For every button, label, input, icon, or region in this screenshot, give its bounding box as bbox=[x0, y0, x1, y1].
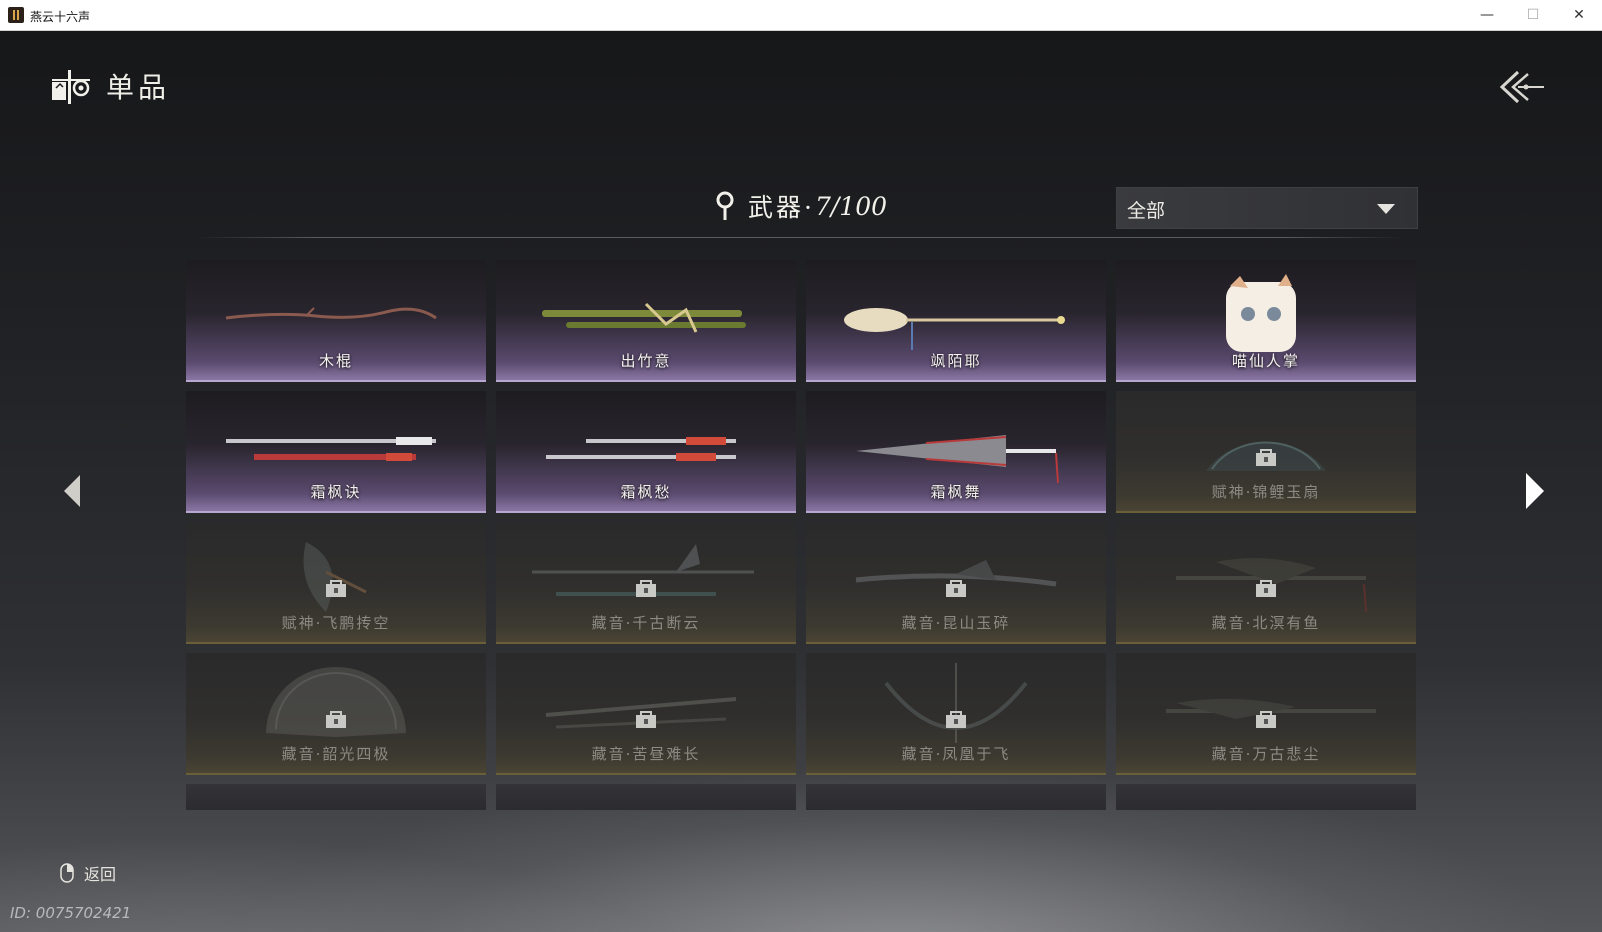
section-title: 武器· bbox=[748, 193, 815, 222]
lock-icon bbox=[1256, 580, 1276, 597]
close-button[interactable]: ✕ bbox=[1556, 0, 1602, 30]
chevron-down-icon bbox=[1377, 204, 1395, 214]
item-name: 藏音·万古悲尘 bbox=[1211, 745, 1321, 763]
item-card[interactable]: 霜枫诀 bbox=[186, 391, 486, 513]
window-titlebar: 燕云十六声 — ☐ ✕ bbox=[0, 0, 1602, 31]
item-name: 木棍 bbox=[318, 352, 353, 370]
item-name: 藏音·千古断云 bbox=[591, 614, 701, 632]
spoon-weapon-image bbox=[844, 308, 1065, 350]
item-name: 喵仙人掌 bbox=[1231, 352, 1300, 370]
locked-item-card[interactable]: 藏音·昆山玉碎 bbox=[806, 522, 1106, 644]
locked-item-card[interactable]: 藏音·千古断云 bbox=[496, 522, 796, 644]
return-hint[interactable]: 返回 bbox=[60, 861, 116, 885]
collection-count: 7/100 bbox=[814, 191, 887, 221]
item-card-partial[interactable] bbox=[186, 784, 486, 810]
return-label: 返回 bbox=[84, 865, 117, 884]
app-icon bbox=[8, 7, 24, 23]
item-card[interactable]: 霜枫舞 bbox=[806, 391, 1106, 513]
item-card-partial[interactable] bbox=[1116, 784, 1416, 810]
blades2-weapon-image bbox=[546, 437, 736, 461]
locked-item-card[interactable]: 藏音·韶光四极 bbox=[186, 653, 486, 775]
spear2-weapon-image bbox=[1176, 558, 1367, 613]
item-name: 霜枫舞 bbox=[930, 483, 982, 501]
lock-icon bbox=[946, 580, 966, 597]
item-card-partial[interactable] bbox=[496, 784, 796, 810]
spear-weapon-image bbox=[532, 544, 754, 596]
item-name: 赋神·锦鲤玉扇 bbox=[1211, 483, 1321, 501]
player-id: ID: 0075702421 bbox=[10, 904, 132, 922]
lock-icon bbox=[326, 580, 346, 597]
item-name: 藏音·苦昼难长 bbox=[591, 745, 701, 763]
spear3-weapon-image bbox=[1166, 698, 1376, 719]
fan2-weapon-image bbox=[266, 667, 406, 737]
item-card[interactable]: 木棍 bbox=[186, 260, 486, 382]
filter-selected-value: 全部 bbox=[1127, 200, 1166, 222]
item-name: 霜枫诀 bbox=[310, 483, 362, 501]
item-name: 赋神·飞鹏抟空 bbox=[281, 614, 391, 632]
locked-item-card[interactable]: 藏音·苦昼难长 bbox=[496, 653, 796, 775]
item-name: 藏音·韶光四极 bbox=[281, 745, 391, 763]
item-name: 霜枫愁 bbox=[620, 483, 672, 501]
stick-weapon-image bbox=[225, 307, 437, 320]
bow-weapon-image bbox=[884, 663, 1028, 743]
item-card-partial[interactable] bbox=[806, 784, 1106, 810]
bird-weapon-image bbox=[303, 542, 367, 612]
sword-weapon-image bbox=[855, 560, 1057, 587]
locked-item-card[interactable]: 藏音·万古悲尘 bbox=[1116, 653, 1416, 775]
minimize-button[interactable]: — bbox=[1464, 0, 1510, 30]
blades-weapon-image bbox=[226, 437, 436, 461]
lock-icon bbox=[1256, 711, 1276, 728]
lock-icon bbox=[946, 711, 966, 728]
window-title: 燕云十六声 bbox=[30, 10, 91, 24]
lock-icon bbox=[636, 580, 656, 597]
mouse-icon bbox=[60, 863, 74, 883]
umbrella-weapon-image bbox=[856, 435, 1059, 484]
fan-weapon-image bbox=[1206, 441, 1326, 471]
item-card[interactable]: 喵仙人掌 bbox=[1116, 260, 1416, 382]
item-card[interactable]: 飒陌耶 bbox=[806, 260, 1106, 382]
maximize-button[interactable]: ☐ bbox=[1510, 0, 1556, 30]
item-name: 藏音·北溟有鱼 bbox=[1211, 614, 1321, 632]
item-name: 出竹意 bbox=[620, 352, 672, 370]
location-pin-icon bbox=[716, 191, 734, 220]
item-name: 藏音·昆山玉碎 bbox=[901, 614, 1011, 632]
cat-weapon-image bbox=[1226, 274, 1296, 352]
section-header: 武器· 7/100 bbox=[714, 186, 887, 226]
category-filter-dropdown[interactable]: 全部 bbox=[1116, 187, 1418, 229]
lock-icon bbox=[326, 711, 346, 728]
item-card[interactable]: 出竹意 bbox=[496, 260, 796, 382]
locked-item-card[interactable]: 赋神·飞鹏抟空 bbox=[186, 522, 486, 644]
double-back-arrow-icon[interactable] bbox=[1496, 69, 1546, 105]
previous-page-arrow-icon[interactable] bbox=[60, 471, 82, 511]
blades3-weapon-image bbox=[545, 697, 737, 729]
collection-icon bbox=[52, 70, 90, 104]
item-name: 藏音·凤凰于飞 bbox=[901, 745, 1011, 763]
bamboo-weapon-image bbox=[542, 302, 746, 333]
lock-icon bbox=[1256, 449, 1276, 466]
lock-icon bbox=[636, 711, 656, 728]
locked-item-card[interactable]: 赋神·锦鲤玉扇 bbox=[1116, 391, 1416, 513]
section-divider bbox=[196, 237, 1404, 238]
item-name: 飒陌耶 bbox=[930, 352, 982, 370]
locked-item-card[interactable]: 藏音·凤凰于飞 bbox=[806, 653, 1106, 775]
item-card[interactable]: 霜枫愁 bbox=[496, 391, 796, 513]
game-screen: 单品 武器· 7/100 全部 木棍 出竹意 飒陌耶 喵仙人掌霜枫诀 霜枫愁 霜枫舞 赋神·锦… bbox=[0, 31, 1602, 932]
locked-item-card[interactable]: 藏音·北溟有鱼 bbox=[1116, 522, 1416, 644]
page-title: 单品 bbox=[106, 71, 171, 104]
next-page-arrow-icon[interactable] bbox=[1524, 471, 1546, 511]
